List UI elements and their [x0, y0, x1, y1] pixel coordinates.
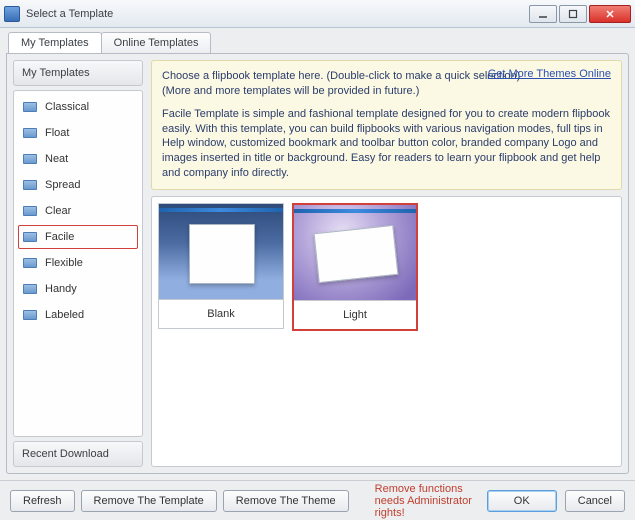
theme-light[interactable]: Light — [292, 203, 418, 331]
tab-online-templates[interactable]: Online Templates — [101, 32, 212, 53]
sidebar-item-label: Spread — [45, 179, 80, 191]
template-icon — [23, 232, 37, 242]
sidebar-item-label: Facile — [45, 231, 74, 243]
footer-right-buttons: OK Cancel — [487, 490, 625, 512]
cancel-button[interactable]: Cancel — [565, 490, 625, 512]
template-icon — [23, 128, 37, 138]
theme-grid: Blank Light — [151, 196, 622, 467]
sidebar-item-neat[interactable]: Neat — [18, 147, 138, 171]
minimize-button[interactable] — [529, 5, 557, 23]
sidebar-item-classical[interactable]: Classical — [18, 95, 138, 119]
theme-label: Blank — [159, 300, 283, 328]
maximize-button[interactable] — [559, 5, 587, 23]
close-button[interactable] — [589, 5, 631, 23]
theme-blank[interactable]: Blank — [158, 203, 284, 329]
ok-button[interactable]: OK — [487, 490, 557, 512]
recent-download-header[interactable]: Recent Download — [13, 441, 143, 467]
window-title: Select a Template — [26, 8, 529, 20]
sidebar-item-flexible[interactable]: Flexible — [18, 251, 138, 275]
window-controls — [529, 5, 631, 23]
right-panel: Get More Themes Online Choose a flipbook… — [151, 60, 622, 467]
template-icon — [23, 102, 37, 112]
template-icon — [23, 206, 37, 216]
content-area: My Templates Classical Float Neat Spread… — [6, 53, 629, 474]
info-description: Facile Template is simple and fashional … — [162, 107, 611, 181]
titlebar: Select a Template — [0, 0, 635, 28]
sidebar-header: My Templates — [13, 60, 143, 86]
sidebar-item-handy[interactable]: Handy — [18, 277, 138, 301]
sidebar-item-facile[interactable]: Facile — [18, 225, 138, 249]
template-icon — [23, 180, 37, 190]
get-more-themes-link[interactable]: Get More Themes Online — [488, 67, 611, 82]
sidebar-item-clear[interactable]: Clear — [18, 199, 138, 223]
refresh-button[interactable]: Refresh — [10, 490, 75, 512]
sidebar-item-labeled[interactable]: Labeled — [18, 303, 138, 327]
sidebar-item-label: Clear — [45, 205, 71, 217]
template-icon — [23, 310, 37, 320]
sidebar-item-label: Neat — [45, 153, 68, 165]
theme-preview — [294, 205, 416, 301]
theme-preview — [159, 204, 283, 300]
remove-template-button[interactable]: Remove The Template — [81, 490, 217, 512]
sidebar-item-label: Handy — [45, 283, 77, 295]
sidebar-item-float[interactable]: Float — [18, 121, 138, 145]
sidebar-item-label: Classical — [45, 101, 89, 113]
remove-theme-button[interactable]: Remove The Theme — [223, 490, 349, 512]
category-list: Classical Float Neat Spread Clear Facile… — [13, 90, 143, 437]
footer: Refresh Remove The Template Remove The T… — [0, 480, 635, 520]
tab-my-templates[interactable]: My Templates — [8, 32, 102, 53]
app-icon — [4, 6, 20, 22]
sidebar-item-spread[interactable]: Spread — [18, 173, 138, 197]
tab-bar: My Templates Online Templates — [0, 28, 635, 53]
template-icon — [23, 284, 37, 294]
admin-warning: Remove functions needs Administrator rig… — [375, 483, 481, 519]
sidebar-item-label: Labeled — [45, 309, 84, 321]
info-box: Get More Themes Online Choose a flipbook… — [151, 60, 622, 190]
template-icon — [23, 258, 37, 268]
info-line2: (More and more templates will be provide… — [162, 84, 611, 99]
left-panel: My Templates Classical Float Neat Spread… — [13, 60, 143, 467]
sidebar-item-label: Flexible — [45, 257, 83, 269]
template-icon — [23, 154, 37, 164]
theme-label: Light — [294, 301, 416, 329]
sidebar-item-label: Float — [45, 127, 69, 139]
